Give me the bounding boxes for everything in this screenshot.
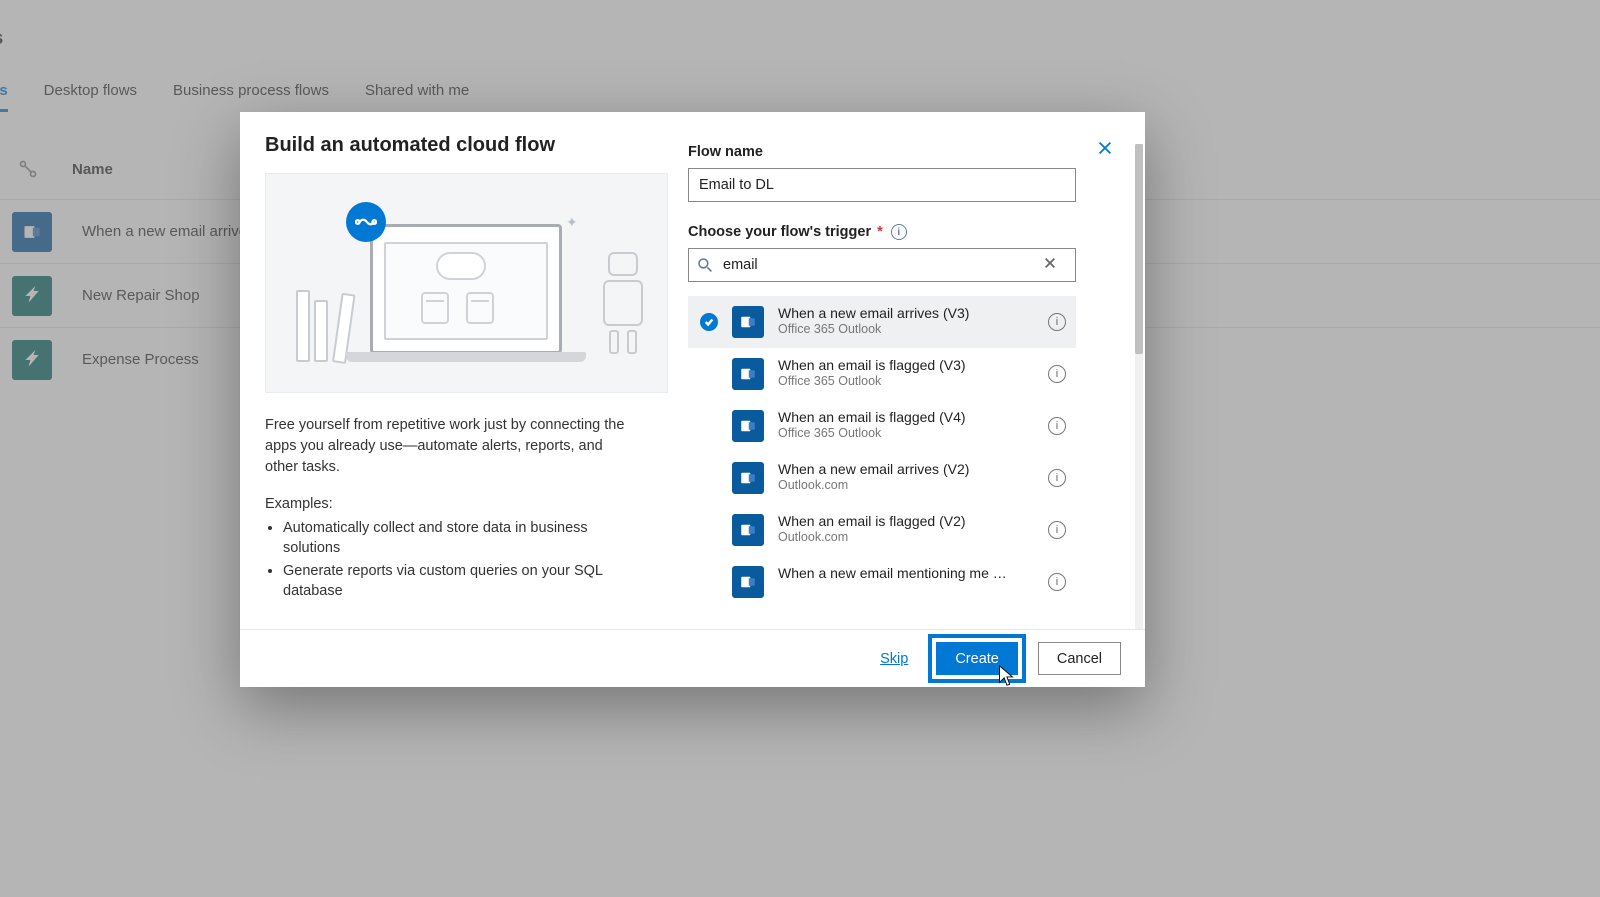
examples-list: Automatically collect and store data in … [283, 518, 638, 601]
trigger-radio[interactable] [700, 521, 718, 539]
build-automated-flow-dialog: Build an automated cloud flow ✦ Free you… [240, 112, 1145, 687]
dialog-title: Build an automated cloud flow [265, 134, 638, 157]
outlook-icon [732, 462, 764, 494]
trigger-radio[interactable] [700, 469, 718, 487]
trigger-list: When a new email arrives (V3)Office 365 … [688, 296, 1076, 608]
info-icon[interactable]: i [1048, 417, 1066, 435]
flow-name-label: Flow name [688, 144, 1115, 160]
trigger-connector: Office 365 Outlook [778, 322, 1042, 338]
trigger-label: Choose your flow's trigger [688, 224, 871, 240]
outlook-icon [732, 306, 764, 338]
trigger-connector: Office 365 Outlook [778, 426, 1042, 442]
trigger-radio[interactable] [700, 417, 718, 435]
info-icon[interactable]: i [1048, 313, 1066, 331]
outlook-icon [732, 514, 764, 546]
dialog-footer: Skip Create Cancel [240, 629, 1145, 687]
flow-name-input[interactable] [688, 168, 1076, 202]
trigger-name: When a new email arrives (V3) [778, 305, 1008, 323]
flow-badge-icon [346, 202, 386, 242]
panel-scrollbar-thumb[interactable] [1135, 144, 1143, 354]
trigger-option[interactable]: When a new email mentioning me a…Outlook… [688, 556, 1076, 608]
info-icon[interactable]: i [1048, 573, 1066, 591]
info-icon[interactable]: i [1048, 469, 1066, 487]
info-icon[interactable]: i [1048, 521, 1066, 539]
examples-heading: Examples: [265, 496, 638, 512]
outlook-icon [732, 410, 764, 442]
create-button[interactable]: Create [936, 642, 1018, 675]
required-indicator: * [877, 224, 883, 240]
trigger-search-field[interactable] [688, 248, 1076, 282]
trigger-option[interactable]: When an email is flagged (V4)Office 365 … [688, 400, 1076, 452]
example-item: Automatically collect and store data in … [283, 518, 638, 559]
trigger-radio[interactable] [700, 365, 718, 383]
trigger-name: When a new email mentioning me a… [778, 565, 1008, 583]
trigger-option[interactable]: When a new email arrives (V3)Office 365 … [688, 296, 1076, 348]
dialog-description: Free yourself from repetitive work just … [265, 415, 638, 478]
trigger-option[interactable]: When an email is flagged (V2)Outlook.com… [688, 504, 1076, 556]
trigger-search-input[interactable] [723, 257, 1043, 273]
trigger-connector: Office 365 Outlook [778, 374, 1042, 390]
trigger-name: When a new email arrives (V2) [778, 461, 1008, 479]
trigger-name: When an email is flagged (V4) [778, 409, 1008, 427]
example-item: Generate reports via custom queries on y… [283, 561, 638, 602]
trigger-option[interactable]: When a new email arrives (V2)Outlook.com… [688, 452, 1076, 504]
trigger-radio[interactable] [700, 573, 718, 591]
search-icon [697, 257, 713, 273]
skip-button[interactable]: Skip [872, 651, 916, 667]
clear-search-button[interactable] [1043, 256, 1067, 275]
trigger-radio-selected[interactable] [700, 313, 718, 331]
outlook-icon [732, 358, 764, 390]
cancel-button[interactable]: Cancel [1038, 642, 1121, 675]
trigger-connector: Outlook.com [778, 530, 1042, 546]
outlook-icon [732, 566, 764, 598]
info-icon[interactable]: i [1048, 365, 1066, 383]
trigger-name: When an email is flagged (V3) [778, 357, 1008, 375]
info-icon[interactable]: i [891, 224, 907, 240]
trigger-name: When an email is flagged (V2) [778, 513, 1008, 531]
create-button-highlight: Create [928, 634, 1026, 683]
dialog-illustration: ✦ [265, 173, 668, 393]
trigger-connector: Outlook.com [778, 478, 1042, 494]
trigger-option[interactable]: When an email is flagged (V3)Office 365 … [688, 348, 1076, 400]
